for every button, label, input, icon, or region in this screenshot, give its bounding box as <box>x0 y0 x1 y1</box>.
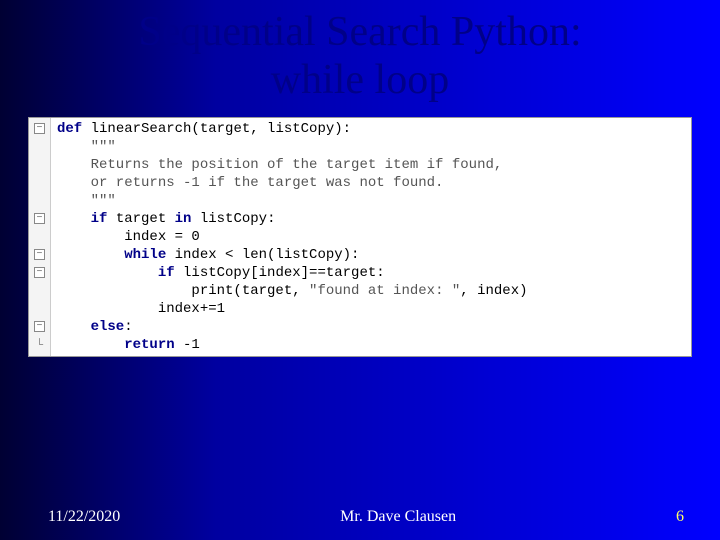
footer-date: 11/22/2020 <box>48 508 120 526</box>
kw-if: if <box>57 211 107 227</box>
title-line-2: while loop <box>271 57 449 103</box>
fold-minus-icon[interactable]: − <box>34 267 45 278</box>
slide-footer: 11/22/2020 Mr. Dave Clausen 6 <box>0 508 720 526</box>
kw-while: while <box>57 247 166 263</box>
fold-minus-icon[interactable]: − <box>34 249 45 260</box>
code-content: def linearSearch(target, listCopy): """ … <box>51 118 691 356</box>
footer-author: Mr. Dave Clausen <box>340 508 456 526</box>
fold-gutter: − − − − − └ <box>29 118 51 356</box>
page-number: 6 <box>676 508 684 526</box>
fold-minus-icon[interactable]: − <box>34 123 45 134</box>
kw-else: else <box>57 319 124 335</box>
fold-minus-icon[interactable]: − <box>34 321 45 332</box>
kw-return: return <box>57 337 175 353</box>
title-line-1: Sequential Search Python: <box>138 9 581 55</box>
slide-title: Sequential Search Python: while loop <box>0 0 720 117</box>
fold-minus-icon[interactable]: − <box>34 213 45 224</box>
kw-def: def <box>57 121 82 137</box>
fold-end-icon: └ <box>36 336 43 354</box>
kw-if: if <box>57 265 175 281</box>
code-editor: − − − − − └ def linearSearch(target, lis… <box>28 117 692 357</box>
kw-in: in <box>175 211 192 227</box>
